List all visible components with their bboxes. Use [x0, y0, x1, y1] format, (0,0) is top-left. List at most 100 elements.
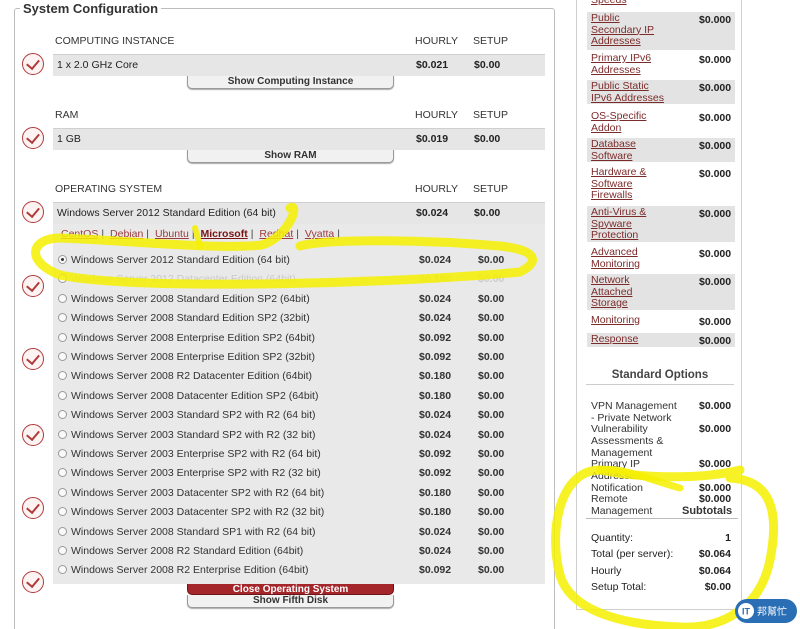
os-option-row[interactable]: Windows Server 2008 Datacenter Edition S… — [58, 388, 540, 406]
addon-row[interactable]: Public Static IPv6 Addresses $0.000 — [587, 80, 735, 104]
radio-button[interactable] — [58, 526, 67, 536]
addon-row[interactable]: Advanced Monitoring $0.000 — [587, 246, 735, 270]
addon-row[interactable]: Primary IPv6 Addresses $0.000 — [587, 52, 735, 76]
os-option-name: Windows Server 2012 Standard Edition (64… — [71, 254, 290, 266]
subtotal-label: Setup Total: — [591, 581, 647, 593]
addon-link[interactable]: Hardware & Software Firewalls — [591, 166, 671, 202]
radio-button[interactable] — [58, 313, 67, 323]
show-computing-instance-button[interactable]: Show Computing Instance — [187, 76, 394, 89]
radio-button[interactable] — [58, 255, 67, 264]
os-option-row[interactable]: Windows Server 2012 Datacenter Edition (… — [58, 271, 540, 289]
panel-legend: System Configuration — [20, 1, 162, 16]
addon-row[interactable]: Public Secondary IP Addresses $0.000 — [587, 12, 735, 50]
os-option-row[interactable]: Windows Server 2003 Datacenter SP2 with … — [58, 504, 540, 522]
os-option-row[interactable]: Windows Server 2003 Datacenter SP2 with … — [58, 485, 540, 503]
show-fifth-disk-button[interactable]: Show Fifth Disk — [187, 595, 394, 608]
os-link-redhat[interactable]: Redhat — [259, 228, 293, 240]
os-option-name: Windows Server 2008 Enterprise Edition S… — [71, 351, 315, 363]
addon-row[interactable]: Monitoring $0.000 — [587, 314, 735, 328]
addon-row[interactable]: Speeds — [587, 0, 735, 8]
os-header: OPERATING SYSTEM HOURLY SETUP — [55, 183, 545, 197]
addon-row[interactable]: Network Attached Storage $0.000 — [587, 274, 735, 310]
addon-link[interactable]: Response — [591, 333, 671, 346]
os-option-row[interactable]: Windows Server 2008 R2 Enterprise Editio… — [58, 562, 540, 580]
os-option-setup: $0.00 — [478, 486, 505, 499]
addon-link[interactable]: Public Static IPv6 Addresses — [591, 80, 671, 104]
os-option-row[interactable]: Windows Server 2012 Standard Edition (64… — [58, 252, 540, 270]
os-link-debian[interactable]: Debian — [110, 228, 143, 240]
os-link-centos[interactable]: CentOS — [61, 228, 98, 240]
addon-link[interactable]: Primary IPv6 Addresses — [591, 52, 671, 76]
computing-check-icon — [22, 53, 44, 75]
svg-text:邦幫忙: 邦幫忙 — [757, 605, 787, 618]
os-option-price: $0.180 — [419, 389, 452, 402]
os-check-icon — [22, 201, 44, 223]
os-option-name: Windows Server 2003 Enterprise SP2 with … — [71, 467, 321, 480]
radio-button[interactable] — [58, 565, 67, 575]
radio-button[interactable] — [58, 352, 67, 361]
section-title: OPERATING SYSTEM — [55, 183, 163, 195]
os-option-row[interactable]: Windows Server 2003 Enterprise SP2 with … — [58, 465, 540, 483]
subtotal-value: $0.064 — [698, 548, 731, 560]
addon-link[interactable]: Database Software — [591, 138, 671, 162]
itbang-logo: IT 邦幫忙 — [735, 599, 797, 623]
close-operating-system-button[interactable]: Close Operating System — [187, 584, 394, 595]
selected-price: $0.019 — [416, 133, 449, 145]
addon-row[interactable]: Anti-Virus & Spyware Protection $0.000 — [587, 206, 735, 242]
addon-link[interactable]: Speeds — [591, 0, 671, 7]
os-option-row[interactable]: Windows Server 2003 Standard SP2 with R2… — [58, 407, 540, 425]
os-link-ubuntu[interactable]: Ubuntu — [155, 228, 189, 240]
os-option-name: Windows Server 2003 Enterprise SP2 with … — [71, 448, 321, 460]
radio-button[interactable] — [58, 449, 67, 458]
os-link-vyatta[interactable]: Vyatta — [305, 228, 334, 240]
radio-button[interactable] — [58, 332, 67, 342]
os-option-row[interactable]: Windows Server 2008 Enterprise Edition S… — [58, 330, 540, 348]
radio-button[interactable] — [58, 410, 67, 420]
addon-link[interactable]: Public Secondary IP Addresses — [591, 12, 671, 48]
radio-button[interactable] — [58, 390, 67, 400]
os-option-name: Windows Server 2008 R2 Enterprise Editio… — [71, 564, 309, 577]
radio-button[interactable] — [58, 546, 67, 555]
radio-button[interactable] — [58, 429, 67, 439]
addon-link[interactable]: Monitoring — [591, 314, 671, 327]
addon-link[interactable]: Advanced Monitoring — [591, 246, 671, 270]
addon-link[interactable]: Network Attached Storage — [591, 274, 671, 310]
addon-row[interactable]: Response $0.000 — [587, 333, 735, 347]
radio-button[interactable] — [58, 468, 67, 478]
os-option-row[interactable]: Windows Server 2003 Standard SP2 with R2… — [58, 427, 540, 445]
subtotal-value: $0.00 — [704, 581, 731, 593]
os-option-setup: $0.00 — [478, 506, 505, 519]
subtotal-value: $0.064 — [698, 565, 731, 577]
os-option-row[interactable]: Windows Server 2008 Standard Edition SP2… — [58, 310, 540, 328]
check-icon — [22, 424, 44, 446]
os-option-price: $0.024 — [419, 292, 452, 305]
radio-button[interactable] — [58, 487, 67, 497]
addon-row[interactable]: Database Software $0.000 — [587, 138, 735, 162]
radio-button[interactable] — [58, 507, 67, 517]
addon-row[interactable]: Hardware & Software Firewalls $0.000 — [587, 166, 735, 202]
os-option-row[interactable]: Windows Server 2008 Standard Edition SP2… — [58, 291, 540, 309]
section-title: RAM — [55, 109, 79, 121]
radio-button[interactable] — [58, 293, 67, 303]
os-link-microsoft[interactable]: Microsoft — [200, 228, 247, 240]
radio-button[interactable] — [58, 274, 67, 284]
addon-link[interactable]: OS-Specific Addon — [591, 110, 671, 134]
addon-link[interactable]: Anti-Virus & Spyware Protection — [591, 206, 671, 242]
standard-option-label: Remote Management — [591, 493, 653, 517]
standard-option-label: Primary IP Addresses — [591, 458, 641, 482]
os-vendor-links: CentOS | Debian | Ubuntu | Microsoft | Redha… — [61, 228, 341, 240]
os-option-row[interactable]: Windows Server 2008 Enterprise Edition S… — [58, 349, 540, 367]
show-ram-button[interactable]: Show RAM — [187, 150, 394, 163]
setup-header: SETUP — [473, 35, 509, 47]
selected-setup: $0.00 — [474, 59, 501, 71]
os-option-setup: $0.00 — [478, 292, 505, 305]
addon-price: $0.000 — [699, 335, 732, 347]
os-option-row[interactable]: Windows Server 2008 R2 Datacenter Editio… — [58, 368, 540, 386]
radio-button[interactable] — [58, 371, 67, 381]
os-option-row[interactable]: Windows Server 2003 Enterprise SP2 with … — [58, 446, 540, 464]
addon-row[interactable]: OS-Specific Addon $0.000 — [587, 110, 735, 134]
os-option-row[interactable]: Windows Server 2008 R2 Standard Edition … — [58, 543, 540, 561]
addon-price: $0.000 — [699, 14, 732, 26]
os-option-row[interactable]: Windows Server 2008 Standard SP1 with R2… — [58, 524, 540, 542]
os-option-setup: $0.00 — [478, 409, 505, 422]
